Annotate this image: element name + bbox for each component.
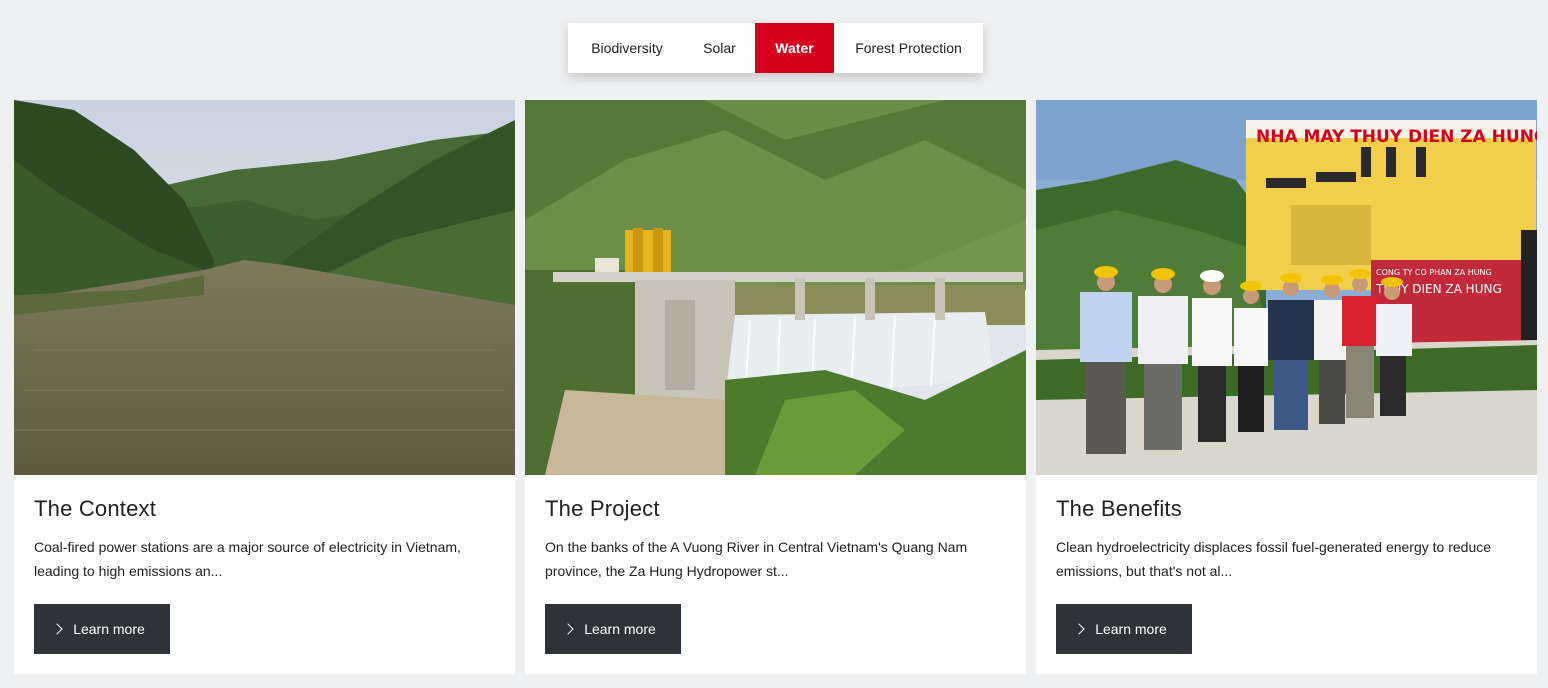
hydropower-dam-photo — [525, 100, 1026, 475]
card-excerpt: On the banks of the A Vuong River in Cen… — [545, 539, 968, 579]
learn-more-label: Learn more — [1095, 621, 1167, 637]
tab-biodiversity[interactable]: Biodiversity — [568, 23, 684, 73]
card-excerpt: Coal-fired power stations are a major so… — [34, 539, 461, 579]
card-benefits: NHA MAY THUY DIEN ZA HUNG CONG TY CO PHA… — [1036, 100, 1537, 674]
learn-more-button[interactable]: Learn more — [34, 604, 170, 654]
learn-more-label: Learn more — [73, 621, 145, 637]
card-project: The Project On the banks of the A Vuong … — [525, 100, 1026, 674]
river-valley-photo — [14, 100, 515, 475]
card-title: The Project — [545, 496, 660, 521]
tab-water[interactable]: Water — [755, 23, 834, 73]
learn-more-button[interactable]: Learn more — [545, 604, 681, 654]
card-context: The Context Coal-fired power stations ar… — [14, 100, 515, 674]
tab-solar[interactable]: Solar — [684, 23, 755, 73]
tab-forest-protection[interactable]: Forest Protection — [834, 23, 983, 73]
card-excerpt: Clean hydroelectricity displaces fossil … — [1056, 539, 1492, 579]
card-title: The Benefits — [1056, 496, 1182, 521]
team-at-power-plant-photo: NHA MAY THUY DIEN ZA HUNG CONG TY CO PHA… — [1036, 100, 1537, 475]
category-tabs: Biodiversity Solar Water Forest Protecti… — [568, 23, 983, 73]
card-title: The Context — [34, 496, 157, 521]
learn-more-label: Learn more — [584, 621, 656, 637]
learn-more-button[interactable]: Learn more — [1056, 604, 1192, 654]
svg-text:CONG TY CO PHAN ZA HUNG: CONG TY CO PHAN ZA HUNG — [1376, 268, 1492, 277]
chevron-right-icon — [562, 623, 574, 635]
svg-text:NHA MAY THUY DIEN ZA HUNG: NHA MAY THUY DIEN ZA HUNG — [1256, 127, 1537, 147]
chevron-right-icon — [1073, 623, 1085, 635]
chevron-right-icon — [51, 623, 63, 635]
